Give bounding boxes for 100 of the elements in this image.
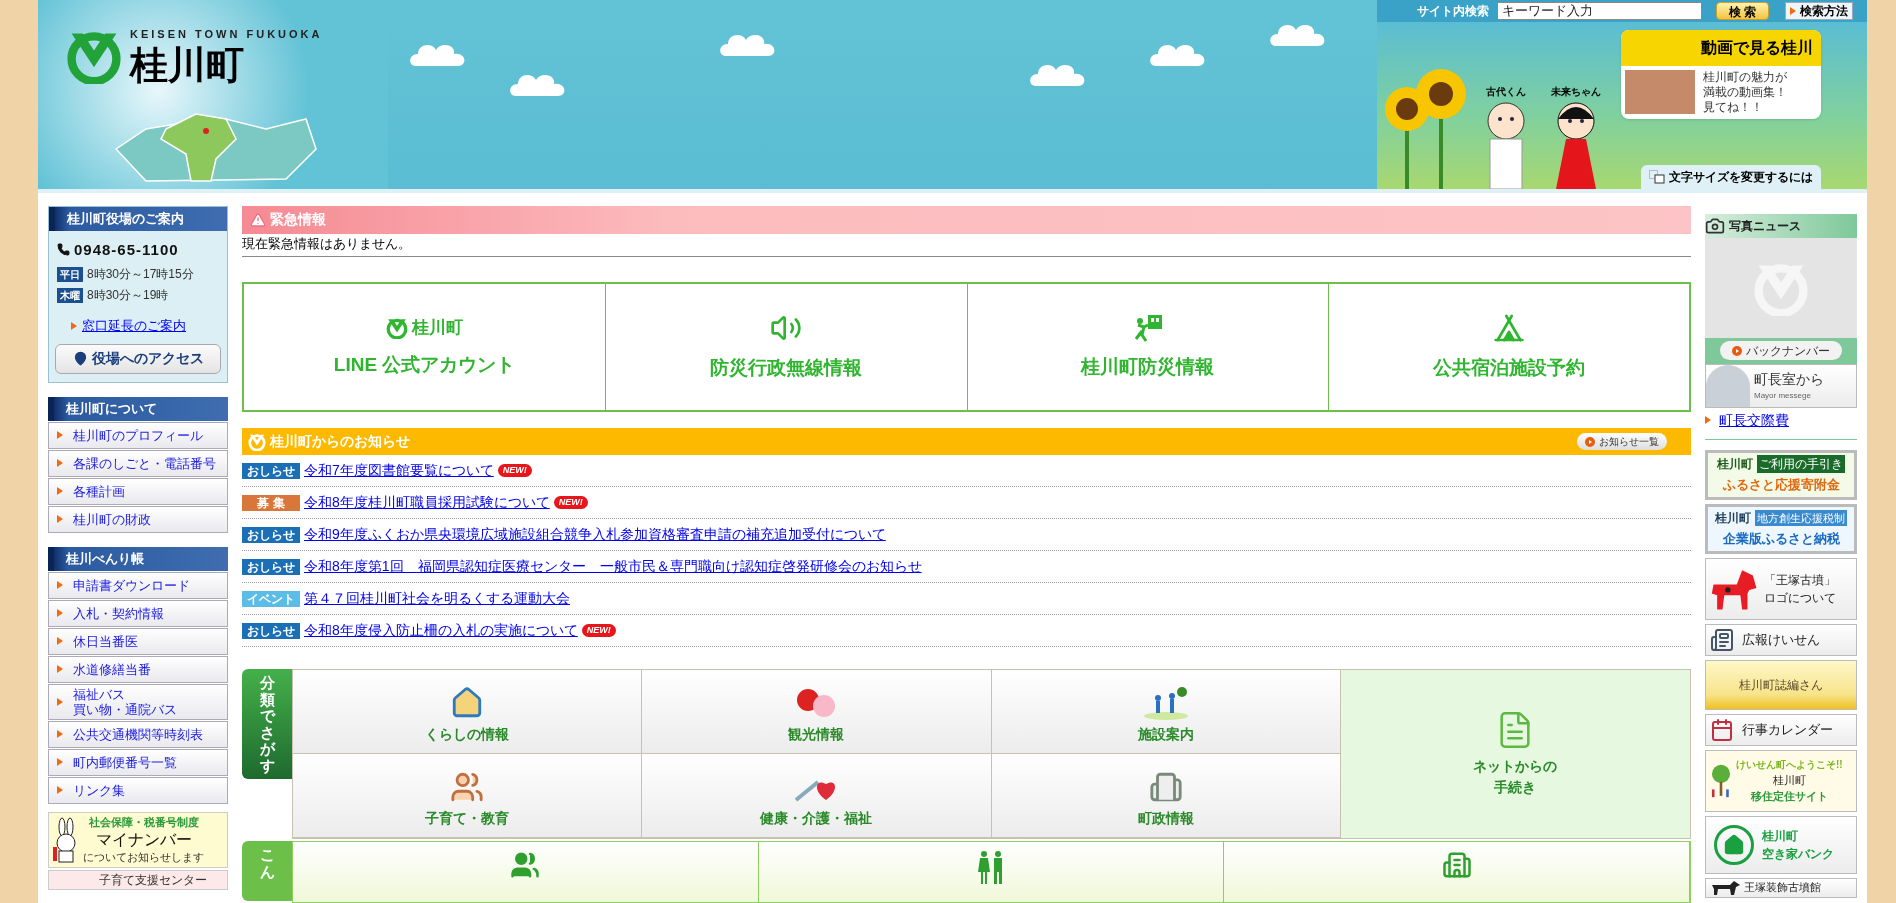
category-link[interactable]: くらしの情報 (293, 670, 643, 754)
extension-link[interactable]: 窓口延長のご案内 (82, 316, 186, 336)
office-hours: 8時30分～19時 (87, 287, 169, 304)
notice-tag: おしらせ (242, 622, 300, 639)
banner-text: 広報けいせん (1742, 630, 1820, 649)
newsletter-banner[interactable]: 広報けいせん (1705, 623, 1857, 656)
notice-link[interactable]: 令和7年度図書館要覧について (304, 460, 494, 481)
quick-link-label: 公共宿泊施設予約 (1432, 355, 1585, 380)
quick-link-label: LINE 公式アカウント (333, 352, 516, 377)
menu-link[interactable]: 水道修繕当番 (48, 655, 228, 683)
video-banner-text: 満載の動画集！ (1703, 85, 1787, 100)
calendar-icon (1710, 717, 1734, 742)
video-banner-text: 見てね！！ (1703, 100, 1764, 115)
mynumber-banner[interactable]: 社会保障・税番号制度 マイナンバー についてお知らせします (48, 811, 228, 868)
banner-text: 王塚装飾古墳館 (1744, 880, 1821, 896)
search-button[interactable]: 検 索 (1716, 2, 1770, 20)
menu-link[interactable]: 入札・契約情報 (48, 599, 228, 627)
category-tab-label: 分類でさがす (259, 675, 275, 776)
category-link[interactable]: 施設案内 (991, 670, 1341, 754)
search-help-button[interactable]: 検索方法 (1785, 2, 1854, 20)
phone-number: 0948-65-1100 (74, 239, 179, 260)
town-emblem-icon (386, 316, 409, 339)
notice-link[interactable]: 令和9年度ふくおか県央環境広域施設組合競争入札参加資格審査申請の補充追加受付について (304, 524, 886, 545)
category-label: 子育て・教育 (425, 809, 510, 828)
arrow-icon (57, 730, 63, 738)
site-title: 桂川町 (130, 42, 245, 87)
life-stage-link[interactable] (293, 842, 759, 902)
category-label: 町政情報 (1137, 809, 1194, 828)
children-faces-icon (450, 770, 485, 804)
photo-placeholder (1625, 70, 1695, 114)
arrow-icon (57, 786, 63, 794)
new-badge: NEW! (581, 624, 616, 637)
character-name: 古代くん (1486, 84, 1526, 99)
event-calendar-banner[interactable]: 行事カレンダー (1705, 713, 1857, 746)
search-field[interactable]: キーワード入力 (1497, 2, 1702, 20)
location-pin-icon (72, 351, 88, 366)
kofun-logo-banner[interactable]: 「王塚古墳」 ロゴについて (1705, 557, 1857, 620)
menu-link[interactable]: 公共交通機関等時刻表 (48, 720, 228, 748)
life-stage-link[interactable] (1224, 842, 1690, 902)
life-stage-link[interactable] (758, 842, 1225, 902)
menu-link[interactable]: 桂川町のプロフィール (48, 421, 228, 449)
town-emblem-icon (248, 432, 266, 451)
banner-text: ロゴについて (1764, 589, 1836, 607)
relocation-banner[interactable]: けいせん町へようこそ!! 桂川町 移住定住サイト (1705, 749, 1857, 812)
back-number-button[interactable]: バックナンバー (1720, 341, 1842, 360)
arrow-icon (57, 459, 63, 467)
mayor-expenses-link[interactable]: 町長交際費 (1719, 409, 1789, 431)
arrow-icon (71, 321, 77, 330)
banner-title: 子育て支援センター (99, 871, 207, 889)
notice-link[interactable]: 令和8年度桂川町職員採用試験について (304, 492, 550, 513)
video-banner[interactable]: 動画で見る桂川 桂川町の魅力が 満載の動画集！ 見てね！！ (1621, 30, 1821, 119)
menu-link[interactable]: 申請書ダウンロード (48, 571, 228, 599)
museum-banner[interactable]: 王塚装飾古墳館 (1705, 877, 1857, 898)
category-label: 施設案内 (1137, 725, 1194, 744)
childcare-banner[interactable]: 子育て支援センター (48, 869, 228, 890)
notice-tag: おしらせ (242, 558, 300, 575)
notice-tag: 募 集 (242, 494, 300, 511)
font-size-link[interactable]: 文字サイズを変更するには (1641, 164, 1821, 189)
menu-link[interactable]: 各課のしごと・電話番号 (48, 449, 228, 477)
menu-link[interactable]: 休日当番医 (48, 627, 228, 655)
play-icon (1585, 436, 1595, 447)
notice-link[interactable]: 令和8年度侵入防止柵の入札の実施について (304, 620, 578, 641)
notice-link[interactable]: 第４７回桂川町社会を明るくする運動大会 (304, 588, 570, 609)
corporate-donation-banner[interactable]: 桂川町 地方創生応援税制 企業版ふるさと納税 (1705, 503, 1857, 554)
arrow-icon (57, 487, 63, 495)
menu-link[interactable]: 各種計画 (48, 477, 228, 505)
category-link[interactable]: 町政情報 (991, 754, 1341, 838)
emergency-message: 現在緊急情報はありません。 (242, 233, 1691, 257)
category-link[interactable]: 子育て・教育 (293, 754, 643, 838)
line-logo-text: 桂川町 (412, 317, 464, 339)
town-history-banner[interactable]: 桂川町誌編さん (1705, 659, 1857, 710)
notice-tag: イベント (242, 590, 300, 607)
notice-link[interactable]: 令和8年度第1回 福岡県認知症医療センター 一般市民＆専門職向け認知症啓発研修会のお知らせ (304, 556, 922, 577)
mayor-banner[interactable]: 町長室から Mayor messege (1705, 363, 1857, 408)
category-label: 健康・介護・福祉 (760, 809, 873, 828)
banner-tag: ご利用の手引き (1757, 454, 1845, 473)
category-link[interactable]: 健康・介護・福祉 (642, 754, 992, 838)
hometown-donation-banner[interactable]: 桂川町 ご利用の手引き ふるさと応援寄附金 (1705, 449, 1857, 500)
notices-list-button[interactable]: お知らせ一覧 (1577, 433, 1667, 450)
banner-text: 移住定住サイト (1750, 789, 1828, 804)
menu-link[interactable]: 町内郵便番号一覧 (48, 748, 228, 776)
banner-text: 桂川町 (1715, 509, 1751, 527)
menu-link[interactable]: 福祉バス 買い物・通院バス (48, 683, 228, 720)
phone-icon (57, 243, 70, 257)
access-button[interactable]: 役場へのアクセス (55, 343, 221, 374)
category-label: くらしの情報 (425, 725, 510, 744)
banner-tag: 地方創生応援税制 (1755, 509, 1847, 526)
quick-link-label: 防災行政無線情報 (710, 355, 863, 380)
online-procedures-link[interactable]: ネットからの手続き (1340, 670, 1690, 838)
mayor-title: 町長室から (1754, 370, 1824, 389)
menu-link[interactable]: 桂川町の財政 (48, 505, 228, 533)
banner-caption: 社会保障・税番号制度 (88, 815, 199, 830)
magazine-icon (1710, 627, 1734, 652)
menu-link[interactable]: リンク集 (48, 776, 228, 804)
new-badge: NEW! (497, 464, 532, 477)
online-procedures-label: ネットからの手続き (1472, 757, 1559, 797)
banner-title: マイナンバー (95, 830, 192, 849)
day-label: 平日 (57, 266, 83, 282)
horse-icon (1710, 880, 1740, 895)
category-link[interactable]: 観光情報 (642, 670, 992, 754)
